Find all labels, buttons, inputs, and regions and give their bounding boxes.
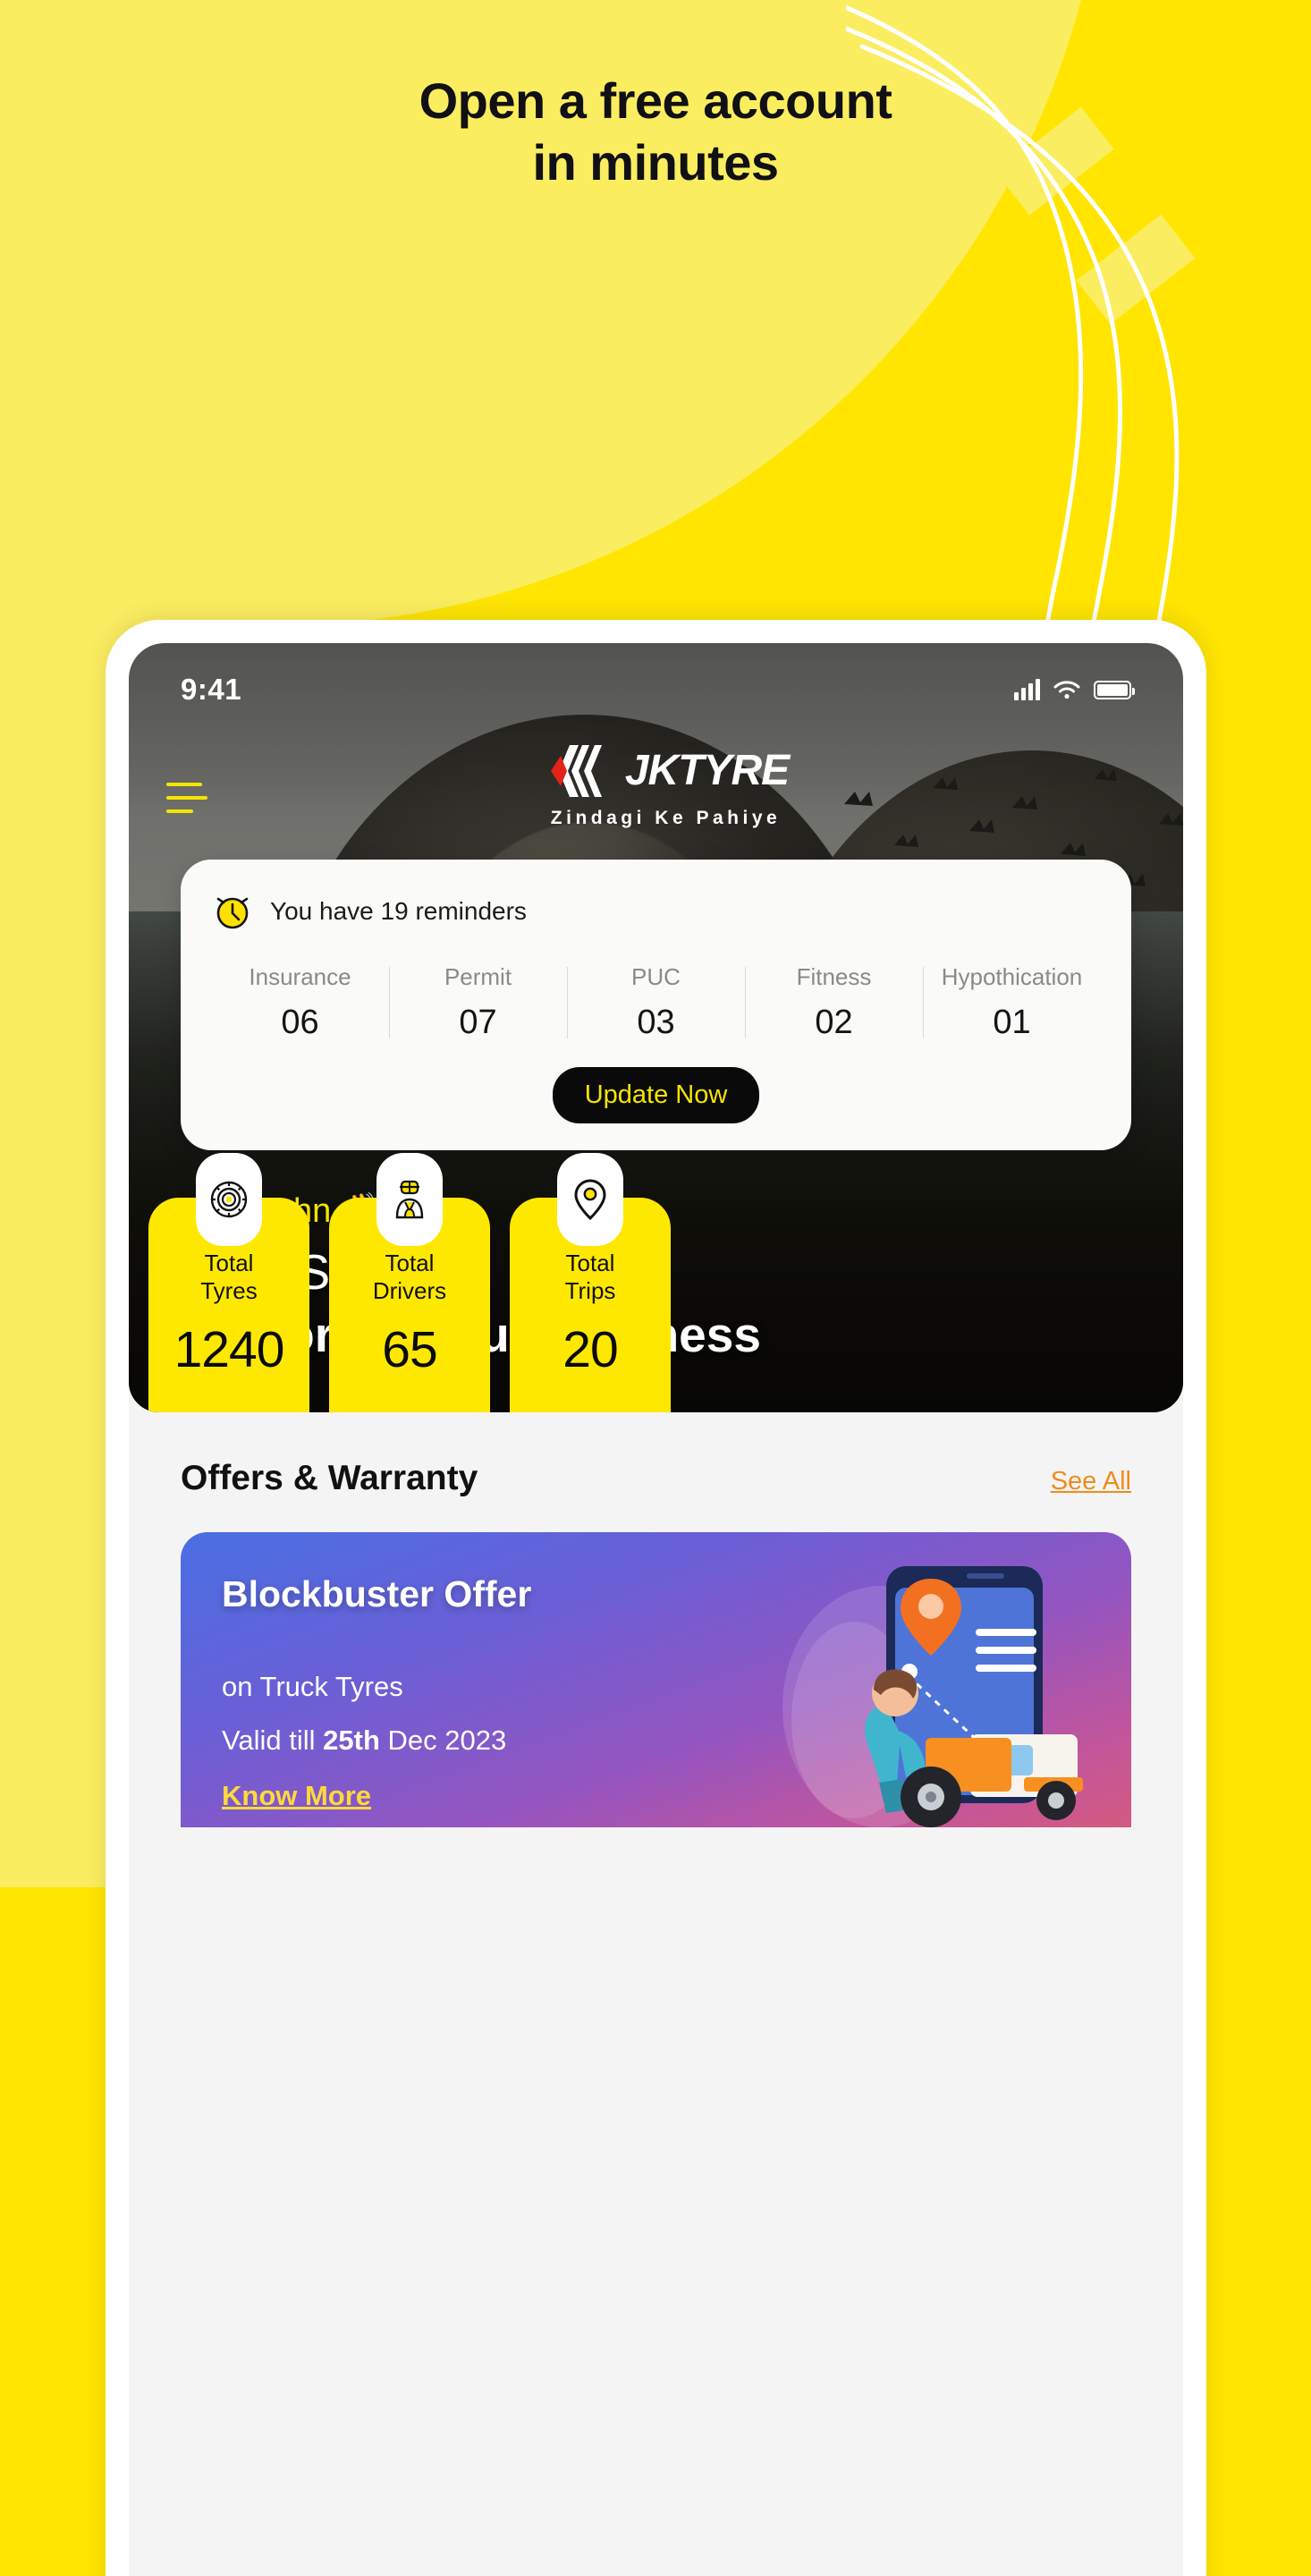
reminder-label: Fitness <box>796 963 872 990</box>
stat-label: Total Tyres <box>148 1250 309 1304</box>
status-indicators <box>1014 679 1135 700</box>
signal-bars-icon <box>1014 679 1040 700</box>
app-header: JKTYRE Zindagi Ke Pahiye <box>129 736 1183 829</box>
offer-validity-prefix: Valid till <box>222 1724 324 1756</box>
brand-logo: JKTYRE Zindagi Ke Pahiye <box>186 743 1146 829</box>
stat-card-total-trips[interactable]: Total Trips 20 <box>510 1153 671 1412</box>
brand-tagline: Zindagi Ke Pahiye <box>550 808 782 828</box>
wifi-icon <box>1053 681 1080 699</box>
status-bar: 9:41 <box>129 643 1183 736</box>
stat-cards-carousel[interactable]: Total Tyres 1240 Total Drivers 65 Total … <box>129 1153 1183 1412</box>
phone-screen: 9:41 JKTYRE Zindagi Ke Pahiye You have 1… <box>129 643 1183 2576</box>
reminder-value: 03 <box>637 1004 675 1041</box>
reminder-label: Hypothication <box>941 963 1083 990</box>
offers-section-header: Offers & Warranty See All <box>129 1412 1183 1498</box>
brand-logo-line: JKTYRE <box>186 743 1146 799</box>
location-pin-icon <box>557 1153 623 1246</box>
stat-card-total-drivers[interactable]: Total Drivers 65 <box>329 1153 490 1412</box>
stat-label: Total Drivers <box>329 1250 490 1304</box>
reminders-summary-text: You have 19 reminders <box>270 897 527 925</box>
offer-banner-blockbuster[interactable]: Blockbuster Offer on Truck Tyres Valid t… <box>181 1532 1131 1827</box>
offer-validity-suffix: Dec 2023 <box>379 1724 507 1756</box>
jk-tyre-logo-icon <box>550 745 602 797</box>
stat-value: 65 <box>382 1321 437 1379</box>
stat-label-line-2: Trips <box>564 1276 616 1304</box>
stat-label: Total Trips <box>510 1250 671 1304</box>
stat-label-line-1: Total <box>385 1250 435 1276</box>
tyre-icon <box>196 1153 262 1246</box>
stat-value: 20 <box>562 1321 618 1379</box>
headline-line-2: in minutes <box>532 134 779 191</box>
background-left-band-lower <box>0 295 98 1682</box>
reminders-card[interactable]: You have 19 reminders Insurance 06 Permi… <box>181 860 1131 1150</box>
reminder-column[interactable]: Fitness 02 <box>745 963 923 1042</box>
stat-card-total-tyres[interactable]: Total Tyres 1240 <box>148 1153 309 1412</box>
reminder-column[interactable]: Permit 07 <box>389 963 567 1042</box>
brand-name: JKTYRE <box>624 747 790 794</box>
reminder-column[interactable]: Hypothication 01 <box>923 963 1101 1042</box>
reminder-column[interactable]: PUC 03 <box>567 963 745 1042</box>
stat-label-line-2: Drivers <box>372 1276 447 1304</box>
reminder-label: Permit <box>444 963 512 990</box>
stat-label-line-2: Tyres <box>200 1276 258 1304</box>
reminder-label: PUC <box>631 963 681 990</box>
update-now-button[interactable]: Update Now <box>552 1067 760 1123</box>
status-time: 9:41 <box>181 673 242 706</box>
headline-line-1: Open a free account <box>419 72 892 129</box>
reminder-label: Insurance <box>249 963 351 990</box>
reminder-value: 02 <box>815 1004 853 1041</box>
stat-label-line-1: Total <box>204 1250 254 1276</box>
reminder-value: 07 <box>459 1004 497 1041</box>
offer-validity-date: 25th <box>323 1724 380 1756</box>
reminders-grid: Insurance 06 Permit 07 PUC 03 Fitness 02… <box>211 963 1101 1042</box>
promo-headline: Open a free account in minutes <box>0 70 1311 194</box>
reminder-value: 01 <box>993 1004 1031 1041</box>
stat-label-line-1: Total <box>565 1250 615 1276</box>
alarm-clock-icon <box>216 897 249 929</box>
offers-title: Offers & Warranty <box>181 1459 478 1497</box>
reminder-value: 06 <box>281 1004 319 1041</box>
see-all-link[interactable]: See All <box>1051 1467 1131 1496</box>
stat-value: 1240 <box>173 1321 285 1379</box>
driver-icon <box>376 1153 443 1246</box>
phone-mockup: 9:41 JKTYRE Zindagi Ke Pahiye You have 1… <box>106 620 1206 2576</box>
battery-full-icon <box>1094 680 1135 699</box>
reminder-column[interactable]: Insurance 06 <box>211 963 389 1042</box>
reminders-summary-row: You have 19 reminders <box>211 890 1101 933</box>
reminders-cta-row: Update Now <box>211 1067 1101 1123</box>
hero-section: 9:41 JKTYRE Zindagi Ke Pahiye You have 1… <box>129 643 1183 1412</box>
offer-illustration <box>782 1566 1083 1827</box>
